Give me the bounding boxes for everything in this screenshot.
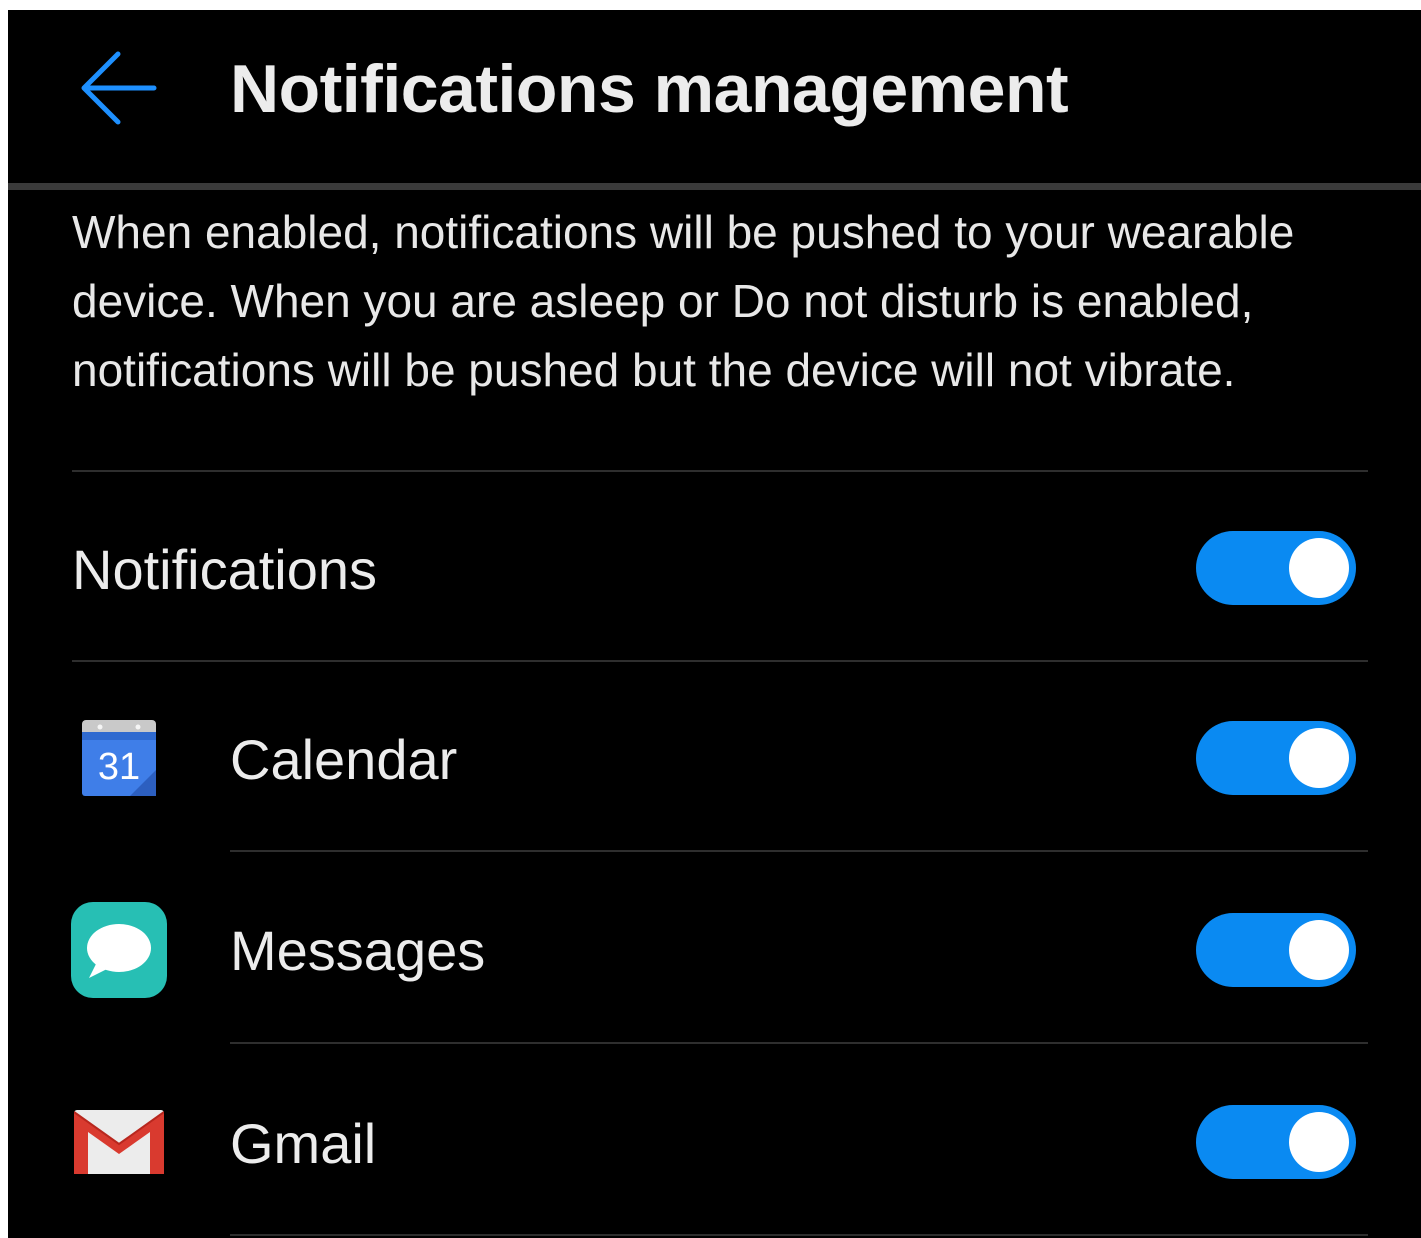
calendar-toggle[interactable] [1196,721,1356,795]
description-text: When enabled, notifications will be push… [72,206,1295,396]
calendar-icon: 31 [82,720,156,796]
back-arrow-icon [81,51,157,125]
page-title: Notifications management [230,51,1069,127]
notifications-toggle[interactable] [1196,531,1356,605]
toggle-knob [1289,920,1349,980]
gmail-icon [73,1110,165,1174]
back-button[interactable] [78,48,162,128]
header-divider [8,183,1421,190]
section-divider [72,660,1368,662]
calendar-date: 31 [97,746,141,788]
row-divider [230,1042,1368,1044]
messages-icon [71,902,167,998]
notifications-label: Notifications [72,538,378,601]
app-name: Gmail [230,1112,377,1175]
toggle-knob [1289,728,1349,788]
app-name: Messages [230,919,486,982]
row-divider [230,850,1368,852]
app-name: Calendar [230,728,458,791]
toggle-knob [1289,1112,1349,1172]
gmail-toggle[interactable] [1196,1105,1356,1179]
messages-toggle[interactable] [1196,913,1356,987]
phone-screen: Notifications management When enabled, n… [8,10,1421,1238]
section-divider [72,470,1368,472]
top-app-bar: Notifications management [8,10,1421,182]
toggle-knob [1289,538,1349,598]
row-divider [230,1234,1368,1236]
